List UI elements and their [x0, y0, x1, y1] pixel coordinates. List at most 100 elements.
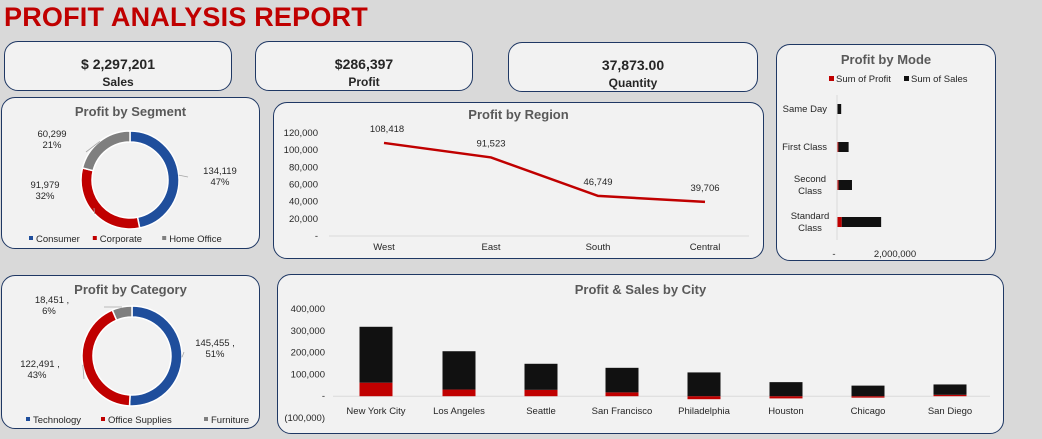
x-tick-label-san-diego: San Diego: [928, 406, 972, 417]
x-tick-label-1: 2,000,000: [874, 249, 916, 259]
kpi-sales-value: $ 2,297,201: [81, 56, 155, 72]
slice-home-office: [81, 130, 131, 172]
y-tick-label-0: 120,000: [284, 128, 318, 139]
y-tick-label-second-class-line2: Class: [798, 186, 822, 197]
kpi-profit-label: Profit: [348, 75, 380, 89]
pct-label-office-supplies: 43%: [27, 370, 47, 381]
city-stacked-bar-chart: 400,000 300,000 200,000 100,000 - (100,000) Ne…: [284, 304, 990, 424]
profit-line: [383, 141, 706, 204]
kpi-sales-label: Sales: [102, 75, 134, 89]
bar-sales-chicago: [851, 385, 885, 397]
bar-profit-san-francisco: [605, 392, 639, 397]
kpi-sales-card: $ 2,297,201 Sales: [4, 41, 232, 91]
city-chart-panel: Profit & Sales by City 400,000 300,000 200…: [277, 274, 1004, 434]
pct-label-furniture: 6%: [42, 306, 56, 317]
x-tick-label-0: -: [832, 249, 835, 259]
y-tick-label-standard-class-line1: Standard: [791, 211, 830, 222]
x-tick-label-chicago: Chicago: [851, 406, 886, 417]
legend-swatch-consumer: [29, 236, 33, 240]
category-chart-panel: Profit by Category 145,455 , 51% 122,491 ,…: [1, 275, 260, 429]
x-tick-label-west: West: [373, 242, 395, 253]
legend-swatch-office-supplies: [101, 417, 105, 421]
slice-technology: [128, 305, 183, 407]
bar-sales-new-york-city: [359, 326, 393, 383]
slice-furniture: [111, 305, 133, 322]
bar-sales-first-class: [838, 142, 849, 152]
legend-swatch-technology: [26, 417, 30, 421]
bar-sales-los-angeles: [442, 351, 476, 390]
y-tick-label-second-class-line1: Second: [794, 174, 826, 185]
legend-swatch-home-office: [162, 236, 167, 240]
bar-sales-philadelphia: [687, 372, 721, 397]
leader-line-corporate: [93, 207, 95, 214]
legend-label-furniture: Furniture: [211, 415, 249, 426]
pct-label-home-office: 21%: [42, 140, 62, 151]
bar-sales-san-francisco: [605, 367, 639, 393]
legend-swatch-sum-of-sales: [904, 76, 909, 81]
region-line-chart: 120,000 100,000 80,000 60,000 40,000 20,000 - 1…: [284, 124, 749, 253]
legend-label-sum-of-profit: Sum of Profit: [836, 74, 891, 85]
y-tick-label-standard-class-line2: Class: [798, 223, 822, 234]
bar-profit-new-york-city: [359, 382, 393, 397]
legend-label-office-supplies: Office Supplies: [108, 415, 172, 426]
bar-profit-philadelphia: [687, 396, 721, 400]
segment-donut-chart: 134,11947% 91,97932% 60,29921% Consumer Corp…: [29, 129, 237, 245]
bar-sales-houston: [769, 382, 803, 397]
x-tick-label-central: Central: [690, 242, 721, 253]
bar-sales-second-class: [838, 180, 852, 190]
mode-bar-chart: Sum of Profit Sum of Sales Same Day First C…: [782, 74, 968, 259]
legend-label-consumer: Consumer: [36, 234, 80, 245]
y-tick-label-4: 40,000: [289, 197, 318, 208]
y-tick-label-1: 300,000: [291, 326, 325, 337]
value-label-technology: 145,455 ,: [195, 338, 235, 349]
kpi-quantity-value: 37,873.00: [601, 57, 665, 73]
y-tick-label-same-day: Same Day: [783, 104, 828, 115]
category-donut-chart: 145,455 ,51% 122,491 ,43% 18,451 ,6% Techno…: [20, 295, 249, 426]
pct-label-consumer: 47%: [210, 177, 230, 188]
x-tick-label-new-york-city: New York City: [346, 406, 405, 417]
bar-profit-los-angeles: [442, 389, 476, 397]
bar-profit-chicago: [851, 396, 885, 398]
segment-chart-panel: Profit by Segment 134,119 47% 91,979 32% 60,…: [1, 97, 260, 249]
y-tick-label-1: 100,000: [284, 145, 318, 156]
x-tick-label-east: East: [481, 242, 500, 253]
data-label-central: 39,706: [690, 183, 719, 194]
x-tick-label-los-angeles: Los Angeles: [433, 406, 485, 417]
mode-chart-panel: Profit by Mode Sum of Profit Sum of Sales…: [776, 44, 996, 261]
value-label-furniture: 18,451 ,: [35, 295, 69, 306]
bar-profit-san-diego: [933, 394, 967, 397]
kpi-profit-card: $286,397 Profit: [255, 41, 473, 91]
data-label-east: 91,523: [476, 138, 505, 149]
y-tick-label-2: 200,000: [291, 348, 325, 359]
legend-label-technology: Technology: [33, 415, 81, 426]
y-tick-label-5: (100,000): [284, 413, 325, 424]
bar-profit-houston: [769, 396, 803, 399]
x-tick-label-houston: Houston: [768, 406, 803, 417]
region-chart-panel: Profit by Region 120,000 100,000 80,000 60,…: [273, 102, 764, 259]
kpi-profit-value: $286,397: [334, 56, 394, 72]
slice-consumer: [129, 130, 180, 229]
data-label-west: 108,418: [370, 124, 404, 135]
y-tick-label-3: 100,000: [291, 369, 325, 380]
value-label-home-office: 60,299: [37, 129, 66, 140]
y-tick-label-3: 60,000: [289, 180, 318, 191]
value-label-corporate: 91,979: [30, 180, 59, 191]
slice-office-supplies: [81, 309, 131, 407]
legend-swatch-sum-of-profit: [829, 76, 834, 81]
kpi-quantity-card: 37,873.00 Quantity: [508, 42, 758, 92]
y-tick-label-6: -: [315, 231, 318, 242]
report-title: PROFIT ANALYSIS REPORT: [4, 2, 368, 32]
bar-profit-standard-class: [837, 217, 842, 227]
legend-swatch-furniture: [204, 417, 208, 421]
y-tick-label-5: 20,000: [289, 214, 318, 225]
bar-sales-standard-class: [841, 217, 882, 227]
legend-swatch-corporate: [92, 236, 97, 240]
bar-sales-same-day: [837, 104, 842, 114]
bar-profit-seattle: [524, 389, 558, 397]
legend-label-sum-of-sales: Sum of Sales: [911, 74, 968, 85]
data-label-south: 46,749: [583, 177, 612, 188]
y-tick-label-first-class: First Class: [782, 142, 827, 153]
legend-label-home-office: Home Office: [169, 234, 222, 245]
value-label-consumer: 134,119: [203, 166, 237, 177]
bar-sales-seattle: [524, 363, 558, 390]
